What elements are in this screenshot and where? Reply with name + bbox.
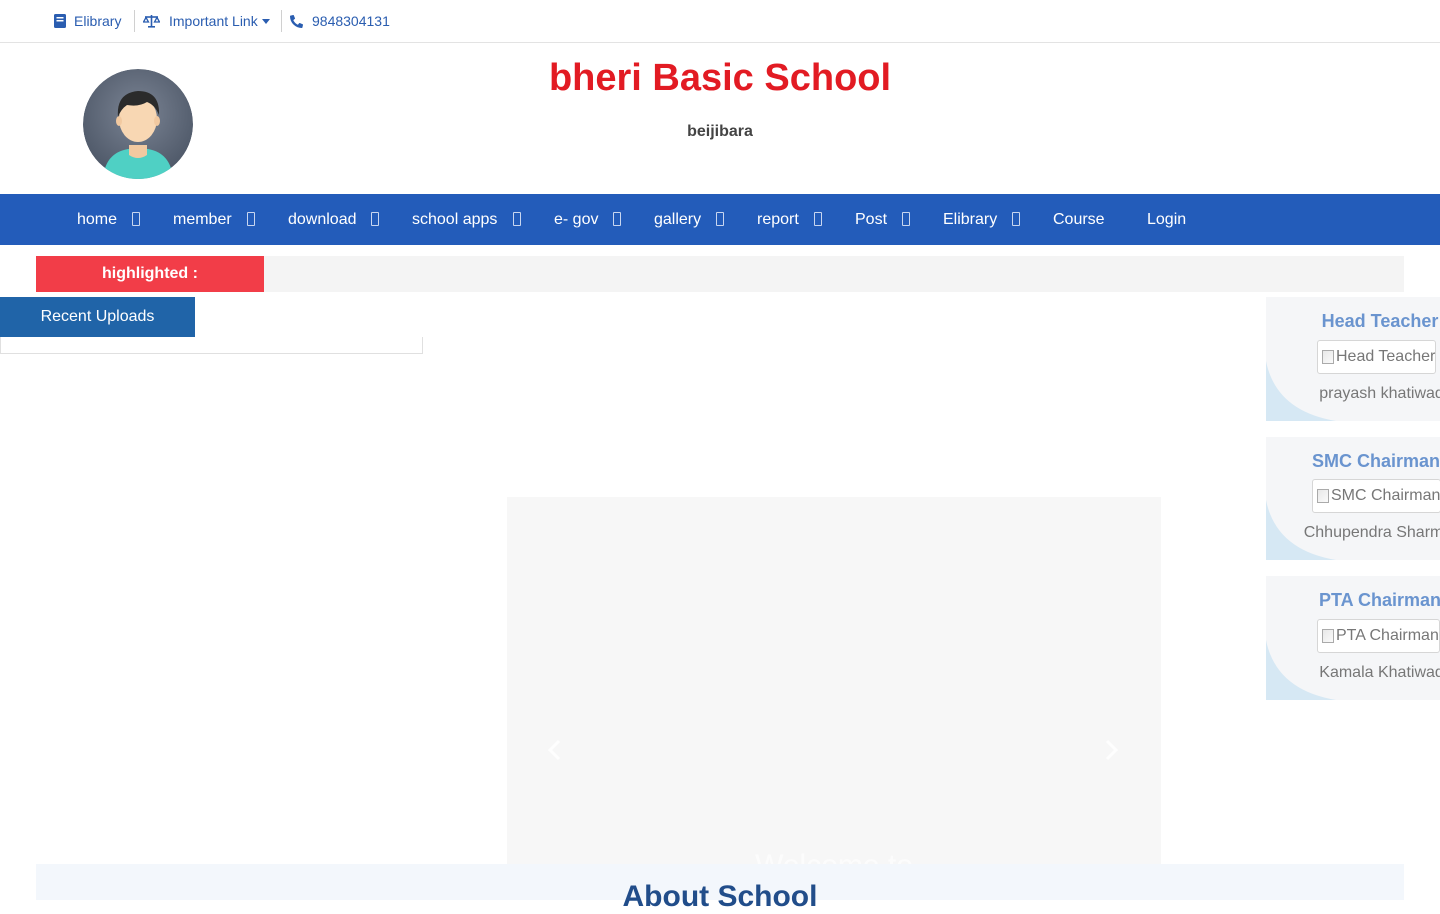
official-photo: PTA Chairman	[1317, 619, 1440, 653]
official-photo-alt: SMC Chairman	[1331, 487, 1440, 504]
highlight-label: highlighted :	[36, 256, 264, 292]
dropdown-icon	[513, 212, 521, 226]
dropdown-icon	[902, 212, 910, 226]
official-photo: SMC Chairman	[1312, 479, 1440, 513]
dropdown-icon	[132, 212, 140, 226]
nav-item-label: report	[757, 210, 799, 228]
nav-item-course[interactable]: Course	[1053, 194, 1105, 245]
nav-item-school-apps[interactable]: school apps	[412, 194, 497, 245]
nav-item-label: member	[173, 210, 232, 228]
official-photo: Head Teacher	[1317, 340, 1437, 374]
nav-item-elibrary[interactable]: Elibrary	[943, 194, 997, 245]
nav-item-label: download	[288, 210, 357, 228]
dropdown-icon	[814, 212, 822, 226]
chevron-left-icon[interactable]	[547, 737, 561, 768]
phone-icon	[290, 14, 303, 28]
dropdown-icon	[1012, 212, 1020, 226]
dropdown-icon	[613, 212, 621, 226]
nav-item-label: Course	[1053, 210, 1105, 228]
nav-item-gallery[interactable]: gallery	[654, 194, 701, 245]
caret-down-icon	[261, 18, 270, 24]
official-card-head-teacher: Head Teacher Head Teacher prayash khatiw…	[1266, 297, 1440, 421]
image-carousel: Welcome to	[507, 497, 1161, 900]
balance-scale-icon	[143, 14, 160, 28]
broken-image-icon	[1322, 629, 1334, 643]
nav-item-download[interactable]: download	[288, 194, 357, 245]
phone-link[interactable]: 9848304131	[290, 0, 390, 42]
main-navigation: home member download school apps e- gov …	[0, 194, 1440, 245]
nav-item-login[interactable]: Login	[1147, 194, 1186, 245]
nav-item-label: Post	[855, 210, 888, 228]
official-role: SMC Chairman	[1311, 451, 1440, 471]
official-photo-alt: Head Teacher	[1336, 348, 1436, 365]
recent-uploads-list	[0, 337, 423, 354]
nav-item-label: gallery	[654, 210, 702, 228]
recent-uploads-tab[interactable]: Recent Uploads	[0, 297, 195, 337]
nav-item-label: e- gov	[554, 210, 599, 228]
dropdown-icon	[371, 212, 379, 226]
phone-number: 9848304131	[312, 13, 390, 29]
school-address: beijibara	[687, 123, 753, 140]
top-bar: Elibrary Important Link 9848304131	[0, 0, 1440, 43]
nav-item-home[interactable]: home	[77, 194, 117, 245]
nav-item-label: Elibrary	[943, 210, 998, 228]
nav-item-member[interactable]: member	[173, 194, 232, 245]
nav-item-post[interactable]: Post	[855, 194, 887, 245]
official-photo-alt: PTA Chairman	[1336, 627, 1439, 644]
nav-item-label: home	[77, 210, 118, 228]
official-role: PTA Chairman	[1318, 590, 1440, 610]
nav-item-label: school apps	[412, 210, 498, 228]
divider	[134, 10, 135, 32]
important-link-label: Important Link	[169, 13, 258, 29]
divider	[281, 10, 282, 32]
official-card-smc-chairman: SMC Chairman SMC Chairman Chhupendra Sha…	[1266, 437, 1440, 560]
official-name: Chhupendra Sharma	[1303, 524, 1440, 541]
important-link-dropdown[interactable]: Important Link	[143, 0, 270, 42]
about-title: About School	[622, 880, 818, 913]
official-card-pta-chairman: PTA Chairman PTA Chairman Kamala Khatiwa…	[1266, 576, 1440, 700]
dropdown-icon	[247, 212, 255, 226]
school-name: bheri Basic School	[548, 57, 892, 99]
book-icon	[54, 14, 66, 28]
official-role: Head Teacher	[1321, 311, 1439, 331]
dropdown-icon	[716, 212, 724, 226]
official-name: prayash khatiwada	[1319, 385, 1440, 402]
broken-image-icon	[1317, 489, 1329, 503]
nav-item-report[interactable]: report	[757, 194, 799, 245]
elibrary-link-label: Elibrary	[74, 13, 122, 29]
broken-image-icon	[1322, 350, 1334, 364]
elibrary-link[interactable]: Elibrary	[54, 0, 121, 42]
nav-item-e-gov[interactable]: e- gov	[554, 194, 598, 245]
nav-item-label: Login	[1147, 210, 1187, 228]
official-name: Kamala Khatiwada	[1319, 664, 1440, 681]
chevron-right-icon[interactable]	[1105, 737, 1119, 768]
